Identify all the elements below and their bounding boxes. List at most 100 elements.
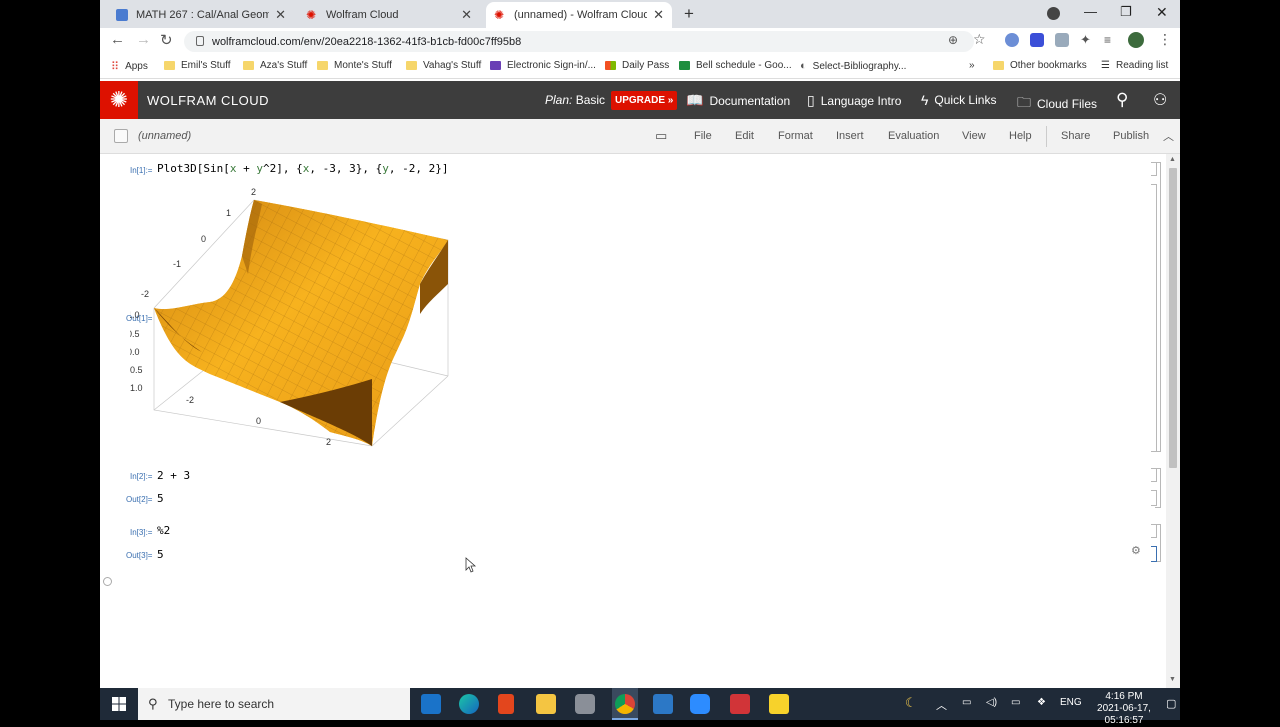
tab-wolfram-cloud[interactable]: ✺ Wolfram Cloud ✕ (298, 2, 480, 28)
bookmark-label: Reading list (1115, 60, 1169, 71)
bookmark-vahags-stuff[interactable]: Vahag's Stuff (406, 60, 481, 71)
share-button[interactable]: Share (1061, 130, 1090, 142)
bookmark-montes-stuff[interactable]: Monte's Stuff (317, 60, 392, 71)
documentation-link[interactable]: 📖 Documentation (686, 92, 790, 109)
plot3d-output[interactable]: 2 1 0 -1 -2 1.0 0.5 0.0 -0.5 -1.0 -2 0 2 (130, 184, 490, 454)
cloud-files-link[interactable]: 🗀 Cloud Files (1017, 92, 1097, 116)
close-icon[interactable]: ✕ (653, 7, 664, 23)
battery-icon[interactable]: ▭ (1011, 697, 1020, 708)
minimize-icon[interactable]: — (1084, 4, 1097, 19)
taskbar-search[interactable]: ⚲ Type here to search (138, 688, 410, 720)
menu-insert[interactable]: Insert (836, 130, 864, 142)
bookmark-electronic-sign-in[interactable]: Electronic Sign-in/... (490, 60, 596, 71)
start-button[interactable] (100, 688, 138, 720)
dropbox-tray-icon[interactable]: ❖ (1037, 697, 1046, 708)
bookmark-label: Vahag's Stuff (423, 60, 482, 71)
extension-icon[interactable] (1005, 33, 1019, 47)
window-close-icon[interactable]: ✕ (1156, 4, 1168, 21)
close-icon[interactable]: ✕ (461, 7, 472, 23)
bookmark-azas-stuff[interactable]: Aza's Stuff (243, 60, 307, 71)
menu-format[interactable]: Format (778, 130, 813, 142)
wolfram-logo-icon[interactable]: ✺ (100, 81, 138, 119)
z-tick: 0.5 (130, 329, 140, 339)
mail-app-icon[interactable] (421, 694, 441, 714)
collapse-chevron-icon[interactable]: ︿ (1163, 128, 1174, 144)
reading-list-icon[interactable]: ≡ (1104, 33, 1111, 47)
sticky-notes-icon[interactable] (769, 694, 789, 714)
office-app-icon[interactable] (498, 694, 514, 714)
bookmark-daily-pass[interactable]: Daily Pass (605, 60, 669, 71)
avatar[interactable] (1128, 32, 1144, 48)
profile-menu-icon[interactable] (1047, 7, 1060, 20)
bookmark-reading-list[interactable]: ☰ Reading list (1101, 60, 1168, 71)
selected-cell-bracket[interactable] (1151, 546, 1157, 562)
scroll-down-icon[interactable]: ▼ (1169, 676, 1176, 683)
puzzle-extensions-icon[interactable]: ✦ (1080, 32, 1091, 48)
book-icon: 📖 (686, 92, 704, 108)
file-explorer-icon[interactable] (536, 694, 556, 714)
presenter-icon[interactable]: ▭ (655, 128, 667, 144)
cell-bracket[interactable] (1151, 184, 1157, 452)
menu-evaluation[interactable]: Evaluation (888, 130, 939, 142)
quick-links-link[interactable]: ϟ Quick Links (921, 92, 996, 108)
bookmark-label: Aza's Stuff (260, 60, 308, 71)
restore-icon[interactable]: ❐ (1120, 4, 1132, 20)
bookmark-apps[interactable]: ⠿ Apps (111, 60, 148, 73)
close-icon[interactable]: ✕ (275, 7, 286, 23)
menu-help[interactable]: Help (1009, 130, 1032, 142)
menu-view[interactable]: View (962, 130, 986, 142)
scroll-up-icon[interactable]: ▲ (1169, 156, 1176, 163)
school-icon (116, 9, 128, 21)
gear-icon[interactable]: ⚙ (1131, 544, 1141, 557)
bookmarks-overflow[interactable]: » (969, 60, 975, 71)
menu-file[interactable]: File (694, 130, 712, 142)
scroll-thumb[interactable] (1169, 168, 1177, 468)
edge-browser-icon[interactable] (459, 694, 479, 714)
bookmark-star-icon[interactable]: ☆ (973, 31, 986, 48)
language-intro-link[interactable]: ▯ Language Intro (807, 92, 901, 109)
network-icon[interactable]: ▭ (962, 697, 971, 708)
notifications-icon[interactable]: ▢ (1166, 697, 1176, 710)
notebook-name[interactable]: (unnamed) (138, 130, 191, 142)
volume-icon[interactable]: ◁) (986, 697, 997, 708)
bookmark-bell-schedule[interactable]: Bell schedule - Goo... (679, 60, 792, 71)
user-account-icon[interactable]: ⚇ (1153, 90, 1167, 110)
search-icon[interactable]: ⚲ (1116, 90, 1128, 110)
new-cell-insertion-icon[interactable] (103, 577, 112, 586)
new-tab-icon[interactable]: + (684, 4, 694, 24)
tab-unnamed[interactable]: ✺ (unnamed) - Wolfram Cloud ✕ (486, 2, 672, 28)
zoom-app-icon[interactable] (690, 694, 710, 714)
scrollbar[interactable]: ▲ ▼ (1166, 154, 1180, 688)
upgrade-button[interactable]: UPGRADE » (611, 91, 678, 110)
back-icon[interactable]: ← (110, 31, 125, 48)
dropbox-extension-icon[interactable] (1055, 33, 1069, 47)
night-light-icon[interactable]: ☾ (905, 695, 917, 711)
extension-c-icon[interactable] (1030, 33, 1044, 47)
menu-edit[interactable]: Edit (735, 130, 754, 142)
forward-icon[interactable]: → (136, 31, 151, 48)
input-cell-2[interactable]: 2 + 3 (157, 469, 190, 482)
bookmark-other-bookmarks[interactable]: Other bookmarks (993, 60, 1087, 71)
input-cell-1[interactable]: Plot3D[Sin[x + y^2], {x, -3, 3}, {y, -2,… (157, 162, 448, 175)
code-token: , -2, 2}] (388, 162, 449, 175)
bookmark-emils-stuff[interactable]: Emil's Stuff (164, 60, 231, 71)
reading-list-icon: ☰ (1101, 60, 1110, 71)
tray-chevron-icon[interactable]: ︿ (936, 697, 947, 713)
cell-bracket[interactable] (1151, 490, 1157, 506)
camera-app-icon[interactable] (575, 694, 595, 714)
bookmark-label: Monte's Stuff (334, 60, 392, 71)
system-clock[interactable]: 4:16 PM 2021-06-17, 05:16:57 (1084, 691, 1164, 727)
language-indicator[interactable]: ENG (1060, 697, 1082, 708)
photos-app-icon[interactable] (653, 694, 673, 714)
address-bar[interactable]: wolframcloud.com/env/20ea2218-1362-41f3-… (184, 31, 974, 52)
more-menu-icon[interactable]: ⋮ (1158, 31, 1172, 48)
reload-icon[interactable]: ↻ (160, 31, 173, 49)
clock-date: 2021-06-17, 05:16:57 (1097, 703, 1151, 726)
search-placeholder: Type here to search (168, 697, 275, 711)
zoom-icon[interactable]: ⊕ (948, 33, 958, 47)
publish-button[interactable]: Publish (1113, 130, 1149, 142)
tab-math267[interactable]: MATH 267 : Cal/Anal Geom 3 - S... ✕ (108, 2, 294, 28)
red-app-icon[interactable] (730, 694, 750, 714)
input-cell-3[interactable]: %2 (157, 524, 170, 537)
bookmark-select-bibliography[interactable]: ◐ Select-Bibliography... (800, 60, 906, 72)
